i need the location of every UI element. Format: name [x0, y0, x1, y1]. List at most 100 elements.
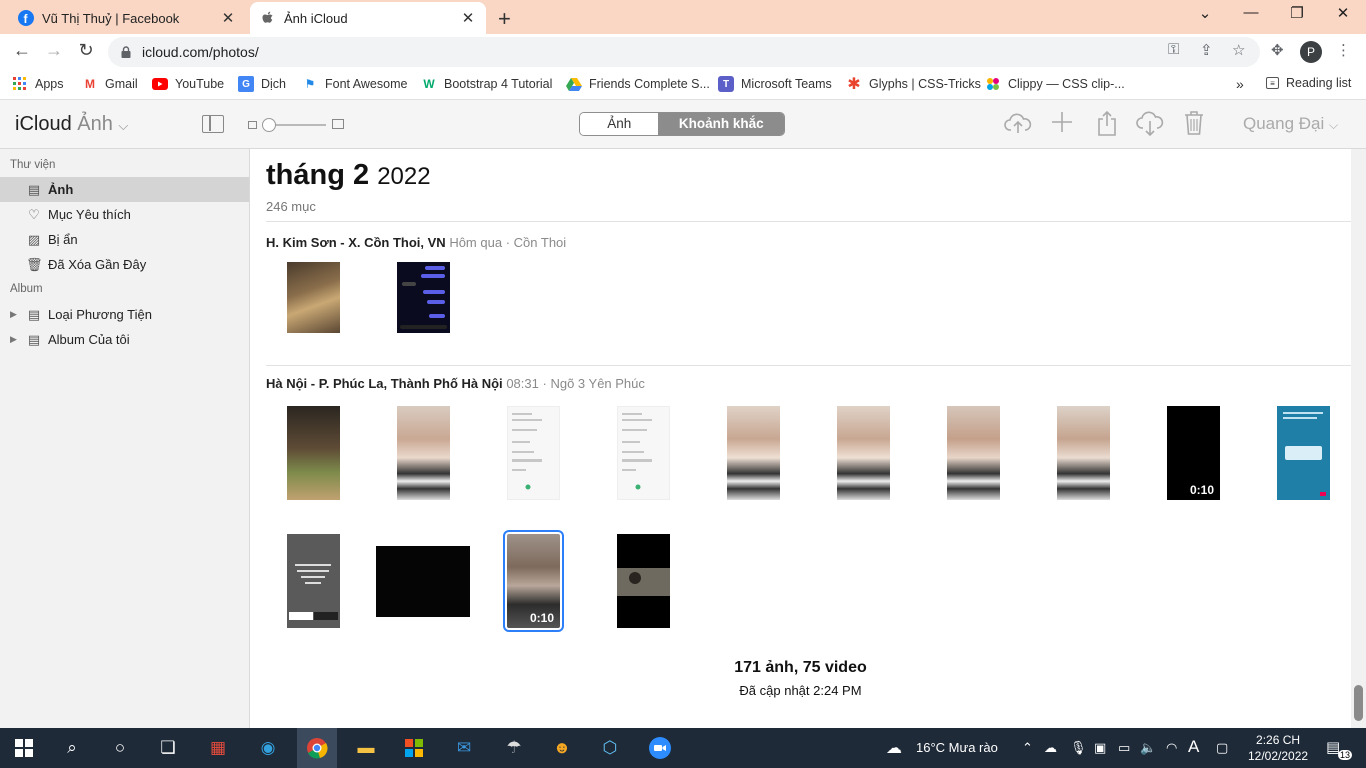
- search-icon[interactable]: ⌕: [60, 736, 84, 760]
- bookmark-youtube[interactable]: YouTube: [152, 76, 224, 92]
- language-icon[interactable]: A: [1188, 737, 1199, 757]
- bookmark-drive[interactable]: Friends Complete S...: [566, 76, 710, 92]
- zoom-in-icon[interactable]: [332, 119, 344, 129]
- bookmark-font-awesome[interactable]: ⚑ Font Awesome: [302, 76, 408, 92]
- share-icon[interactable]: ⇪: [1200, 41, 1213, 59]
- profile-avatar[interactable]: P: [1300, 41, 1322, 63]
- menu-icon[interactable]: ⋮: [1336, 41, 1351, 59]
- windows-start-icon[interactable]: [12, 736, 36, 760]
- trash-icon[interactable]: [1184, 111, 1204, 141]
- tab-search-chevron-icon[interactable]: ⌄: [1182, 4, 1228, 22]
- app-cube-icon[interactable]: ⬡: [598, 736, 622, 760]
- bookmarks-overflow-icon[interactable]: »: [1236, 76, 1244, 92]
- new-tab-icon[interactable]: +: [498, 6, 511, 32]
- photo-thumbnail[interactable]: [837, 406, 890, 500]
- download-cloud-icon[interactable]: [1136, 111, 1164, 143]
- scrollbar-thumb[interactable]: [1354, 685, 1363, 721]
- tab-icloud-photos[interactable]: Ảnh iCloud ✕: [250, 2, 486, 34]
- scrollbar[interactable]: [1351, 149, 1366, 728]
- sidebar-toggle-icon[interactable]: [202, 115, 224, 133]
- mail-icon[interactable]: ✉: [452, 736, 476, 760]
- app-icon[interactable]: ▦: [206, 736, 230, 760]
- extensions-icon[interactable]: ✥: [1271, 41, 1284, 59]
- segment-moments[interactable]: Khoảnh khắc: [658, 113, 784, 135]
- maximize-icon[interactable]: ❐: [1274, 4, 1320, 22]
- video-thumbnail[interactable]: 0:10: [1167, 406, 1220, 500]
- moment-place: Cồn Thoi: [513, 235, 567, 250]
- weather-text[interactable]: 16°C Mưa rào: [916, 740, 998, 755]
- close-tab-icon[interactable]: ✕: [460, 9, 476, 27]
- photo-thumbnail[interactable]: [727, 406, 780, 500]
- reload-icon[interactable]: ↻: [74, 40, 98, 61]
- battery-icon[interactable]: ▭: [1118, 740, 1130, 756]
- photo-thumbnail[interactable]: [287, 262, 340, 333]
- volume-icon[interactable]: 🔈: [1140, 740, 1156, 756]
- show-hidden-icons-icon[interactable]: ⌃: [1022, 740, 1033, 756]
- zoom-slider-thumb[interactable]: [262, 118, 276, 132]
- close-tab-icon[interactable]: ✕: [220, 9, 236, 27]
- photo-thumbnail[interactable]: [287, 406, 340, 500]
- back-icon[interactable]: ←: [10, 40, 34, 61]
- microphone-icon[interactable]: 🎙: [1070, 740, 1087, 756]
- wifi-icon[interactable]: ◠: [1166, 740, 1177, 756]
- photo-thumbnail[interactable]: [617, 406, 670, 500]
- zoom-icon[interactable]: [648, 736, 672, 760]
- add-icon[interactable]: [1051, 111, 1073, 139]
- app-switcher[interactable]: iCloud Ảnh ⌵: [15, 113, 128, 136]
- bookmark-label: Friends Complete S...: [589, 77, 710, 91]
- photo-thumbnail[interactable]: [507, 406, 560, 500]
- video-thumbnail[interactable]: [617, 534, 670, 628]
- zoom-out-icon[interactable]: [248, 121, 257, 129]
- bookmark-teams[interactable]: T Microsoft Teams: [718, 76, 832, 92]
- weather-icon[interactable]: ☁: [886, 738, 902, 758]
- unikey-icon[interactable]: ▢: [1216, 740, 1228, 756]
- sidebar-item-recently-deleted[interactable]: 🗑 Đã Xóa Gần Đây: [0, 252, 249, 277]
- forward-icon[interactable]: →: [42, 40, 66, 61]
- onedrive-icon[interactable]: ☁: [1044, 740, 1057, 756]
- minimize-icon[interactable]: —: [1228, 4, 1274, 21]
- file-explorer-icon[interactable]: ▬: [354, 736, 378, 760]
- bookmark-gmail[interactable]: M Gmail: [82, 76, 138, 92]
- bookmark-bootstrap[interactable]: W Bootstrap 4 Tutorial: [421, 76, 552, 92]
- bookmark-apps[interactable]: Apps: [12, 76, 64, 92]
- clock[interactable]: 2:26 CH 12/02/2022: [1248, 732, 1308, 764]
- sidebar-item-my-albums[interactable]: ▶ ▤ Album Của tôi: [0, 327, 249, 352]
- photo-thumbnail[interactable]: [397, 406, 450, 500]
- segment-photos[interactable]: Ảnh: [580, 113, 659, 135]
- photo-thumbnail[interactable]: [1277, 406, 1330, 500]
- address-bar[interactable]: icloud.com/photos/: [108, 37, 1260, 67]
- photo-thumbnail[interactable]: [1057, 406, 1110, 500]
- disclosure-triangle-icon[interactable]: ▶: [10, 309, 17, 320]
- app-tray-icon[interactable]: ▣: [1094, 740, 1106, 756]
- store-icon[interactable]: [402, 736, 426, 760]
- cortana-icon[interactable]: ○: [108, 736, 132, 760]
- key-icon[interactable]: ⚿: [1168, 41, 1179, 58]
- bookmark-clippy[interactable]: Clippy — CSS clip-...: [985, 76, 1125, 92]
- task-view-icon[interactable]: ❏: [156, 736, 180, 760]
- video-thumbnail[interactable]: [376, 546, 470, 617]
- photo-thumbnail[interactable]: [287, 534, 340, 628]
- sidebar-item-media-types[interactable]: ▶ ▤ Loại Phương Tiện: [0, 302, 249, 327]
- chrome-icon[interactable]: [297, 728, 337, 768]
- app-icon[interactable]: ☂: [502, 736, 526, 760]
- reading-list-button[interactable]: ≡ Reading list: [1266, 76, 1351, 90]
- bookmark-css-tricks[interactable]: ✱ Glyphs | CSS-Tricks: [846, 76, 981, 93]
- year-label: 2022: [377, 163, 431, 190]
- sidebar-item-photos[interactable]: ▤ Ảnh: [0, 177, 249, 202]
- video-thumbnail[interactable]: 0:10: [503, 530, 564, 632]
- bookmark-translate[interactable]: G Dịch: [238, 76, 286, 92]
- close-window-icon[interactable]: ✕: [1320, 4, 1366, 22]
- notification-icon[interactable]: ▤ 13: [1326, 738, 1352, 760]
- tab-facebook[interactable]: f Vũ Thị Thuỷ | Facebook ✕: [8, 2, 246, 34]
- star-icon[interactable]: ☆: [1232, 41, 1245, 59]
- photo-thumbnail[interactable]: [947, 406, 1000, 500]
- sidebar-item-favorites[interactable]: ♡ Mục Yêu thích: [0, 202, 249, 227]
- disclosure-triangle-icon[interactable]: ▶: [10, 334, 17, 345]
- photo-thumbnail[interactable]: [397, 262, 450, 333]
- user-menu[interactable]: Quang Đại ⌵: [1243, 114, 1338, 134]
- share-icon[interactable]: [1096, 110, 1118, 143]
- game-icon[interactable]: ☻: [550, 736, 574, 760]
- upload-cloud-icon[interactable]: [1004, 111, 1032, 141]
- sidebar-item-hidden[interactable]: ▨ Bị ẩn: [0, 227, 249, 252]
- edge-icon[interactable]: ◉: [256, 736, 280, 760]
